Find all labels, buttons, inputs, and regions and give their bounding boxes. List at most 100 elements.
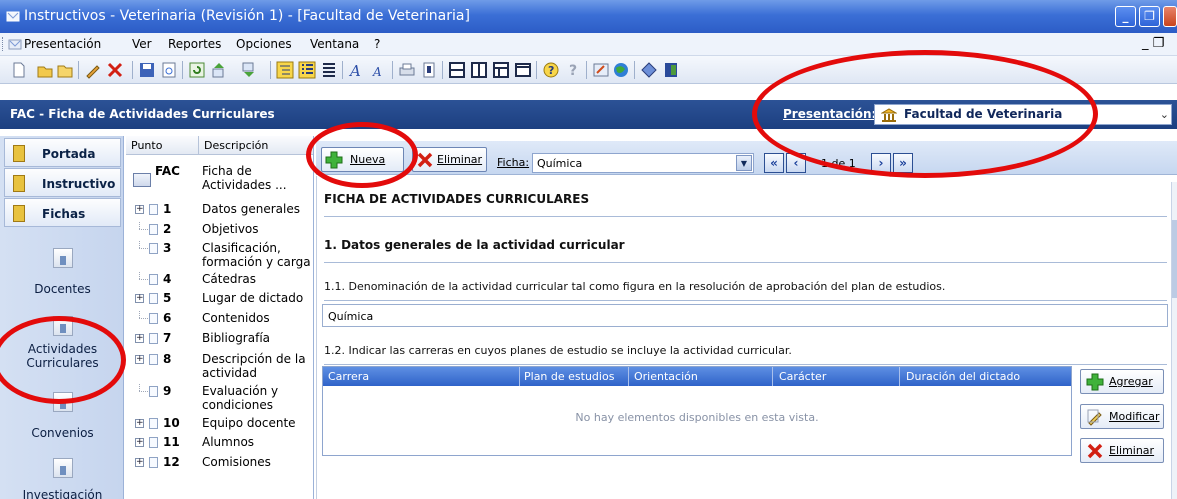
denominacion-field[interactable]: Química xyxy=(322,304,1168,327)
first-record-button[interactable]: « xyxy=(764,153,784,173)
expand-icon[interactable]: + xyxy=(135,355,144,364)
tree-row[interactable]: +8 Descripción de la actividad xyxy=(126,352,313,384)
agregar-button[interactable]: Agregar xyxy=(1080,369,1164,394)
column-divider[interactable] xyxy=(198,136,199,155)
tree-row[interactable]: 9 Evaluación y condiciones xyxy=(126,384,313,416)
move-down-icon[interactable] xyxy=(240,61,258,79)
nav-item-convenios[interactable]: Convenios xyxy=(4,392,121,440)
nav-item-actividades-curriculares[interactable]: Actividades Curriculares xyxy=(4,316,121,370)
chevron-down-icon[interactable]: ⌄ xyxy=(1160,108,1169,121)
split-horizontal-icon[interactable] xyxy=(448,61,466,79)
grid-col-duracion[interactable]: Duración del dictado xyxy=(906,370,1020,383)
delete-x-icon[interactable] xyxy=(106,61,124,79)
expand-icon[interactable]: + xyxy=(135,294,144,303)
close-button[interactable] xyxy=(1163,6,1177,27)
scrollbar-thumb[interactable] xyxy=(1172,220,1177,298)
report-icon[interactable] xyxy=(420,61,438,79)
folder-icon[interactable] xyxy=(56,61,74,79)
eliminar-row-button[interactable]: Eliminar xyxy=(1080,438,1164,463)
grid-col-caracter[interactable]: Carácter xyxy=(779,370,826,383)
font-larger-icon[interactable]: A xyxy=(348,61,366,79)
nav-item-investigacion[interactable]: Investigación xyxy=(4,458,121,499)
nav-tab-portada[interactable]: Portada xyxy=(4,138,121,167)
column-divider[interactable] xyxy=(628,367,629,386)
tree-col-descripcion[interactable]: Descripción xyxy=(204,139,268,152)
menu-ver[interactable]: Ver xyxy=(132,37,152,51)
exit-icon[interactable] xyxy=(662,61,680,79)
context-help-icon[interactable]: ? xyxy=(564,61,582,79)
chevron-down-icon[interactable]: ▼ xyxy=(736,155,752,171)
help-icon[interactable]: ? xyxy=(542,61,560,79)
ficha-select[interactable]: Química ▼ xyxy=(532,153,754,173)
next-record-button[interactable]: › xyxy=(871,153,891,173)
grid-col-plan[interactable]: Plan de estudios xyxy=(524,370,614,383)
tree-row[interactable]: 4 Cátedras xyxy=(126,272,313,291)
previous-record-button[interactable]: ‹ xyxy=(786,153,806,173)
eliminar-row-label: Eliminar xyxy=(1109,444,1155,457)
expand-icon[interactable]: + xyxy=(135,419,144,428)
menu-ventana[interactable]: Ventana xyxy=(310,37,359,51)
eliminar-record-button[interactable]: Eliminar xyxy=(412,147,487,172)
refresh-icon[interactable] xyxy=(188,61,206,79)
nav-item-label: Convenios xyxy=(31,426,94,440)
column-divider[interactable] xyxy=(899,367,900,386)
print-preview-icon[interactable] xyxy=(160,61,178,79)
minimize-button[interactable]: _ xyxy=(1115,6,1136,27)
move-up-icon[interactable] xyxy=(210,61,228,79)
document-menu-icon[interactable] xyxy=(8,38,22,51)
new-document-icon[interactable] xyxy=(10,61,28,79)
tree-row[interactable]: +5 Lugar de dictado xyxy=(126,291,313,311)
menu-presentacion[interactable]: Presentación xyxy=(24,37,101,51)
menu-opciones[interactable]: Opciones xyxy=(236,37,292,51)
edit-pencil-icon[interactable] xyxy=(84,61,102,79)
menu-reportes[interactable]: Reportes xyxy=(168,37,221,51)
grid-col-carrera[interactable]: Carrera xyxy=(328,370,369,383)
vertical-scrollbar[interactable] xyxy=(1171,182,1177,499)
tree-row[interactable]: +12 Comisiones xyxy=(126,455,313,474)
list-view-icon[interactable] xyxy=(298,61,316,79)
layout-icon[interactable] xyxy=(492,61,510,79)
tree-row[interactable]: +1 Datos generales xyxy=(126,202,313,221)
grid-col-orientacion[interactable]: Orientación xyxy=(634,370,698,383)
globe-icon[interactable] xyxy=(612,61,630,79)
split-vertical-icon[interactable] xyxy=(470,61,488,79)
expand-icon[interactable]: + xyxy=(135,458,144,467)
nav-tab-fichas[interactable]: Fichas xyxy=(4,198,121,227)
mdi-controls[interactable]: _ ❐ xyxy=(1142,36,1164,51)
expand-icon[interactable]: + xyxy=(135,334,144,343)
expand-icon[interactable]: + xyxy=(135,205,144,214)
tree-row[interactable]: +7 Bibliografía xyxy=(126,331,313,351)
question-1-2: 1.2. Indicar las carreras en cuyos plane… xyxy=(324,344,792,357)
outline-view-icon[interactable] xyxy=(276,61,294,79)
tree-row[interactable]: 6 Contenidos xyxy=(126,311,313,330)
diamond-icon[interactable] xyxy=(640,61,658,79)
column-divider[interactable] xyxy=(772,367,773,386)
left-navigation: Portada Instructivo Fichas Docentes Acti… xyxy=(0,136,124,499)
tree-row-root[interactable]: FAC Ficha de Actividades ... xyxy=(126,164,313,196)
tree-col-punto[interactable]: Punto xyxy=(131,139,162,152)
print-icon[interactable] xyxy=(398,61,416,79)
menu-help[interactable]: ? xyxy=(374,37,380,51)
tree-row[interactable]: +11 Alumnos xyxy=(126,435,313,455)
font-smaller-icon[interactable]: A xyxy=(370,61,388,79)
nav-item-docentes[interactable]: Docentes xyxy=(4,248,121,296)
modificar-label: Modificar xyxy=(1109,410,1160,423)
tree-row[interactable]: +10 Equipo docente xyxy=(126,416,313,435)
form-content: FICHA DE ACTIVIDADES CURRICULARES 1. Dat… xyxy=(316,176,1177,499)
toolbar-separator xyxy=(132,61,133,79)
open-folder-icon[interactable] xyxy=(36,61,54,79)
last-record-button[interactable]: » xyxy=(893,153,913,173)
save-icon[interactable] xyxy=(138,61,156,79)
column-divider[interactable] xyxy=(519,367,520,386)
modificar-button[interactable]: Modificar xyxy=(1080,404,1164,429)
maximize-button[interactable]: ❐ xyxy=(1139,6,1160,27)
expand-icon[interactable]: + xyxy=(135,438,144,447)
nueva-button[interactable]: Nueva xyxy=(321,147,404,172)
nav-tab-instructivo[interactable]: Instructivo xyxy=(4,168,121,197)
window-icon[interactable] xyxy=(514,61,532,79)
tree-row[interactable]: 3 Clasificación, formación y carga xyxy=(126,241,313,272)
detail-view-icon[interactable] xyxy=(320,61,338,79)
tree-row[interactable]: 2 Objetivos xyxy=(126,222,313,241)
export-icon[interactable] xyxy=(592,61,610,79)
presentacion-select[interactable]: Facultad de Veterinaria ⌄ xyxy=(874,104,1172,125)
